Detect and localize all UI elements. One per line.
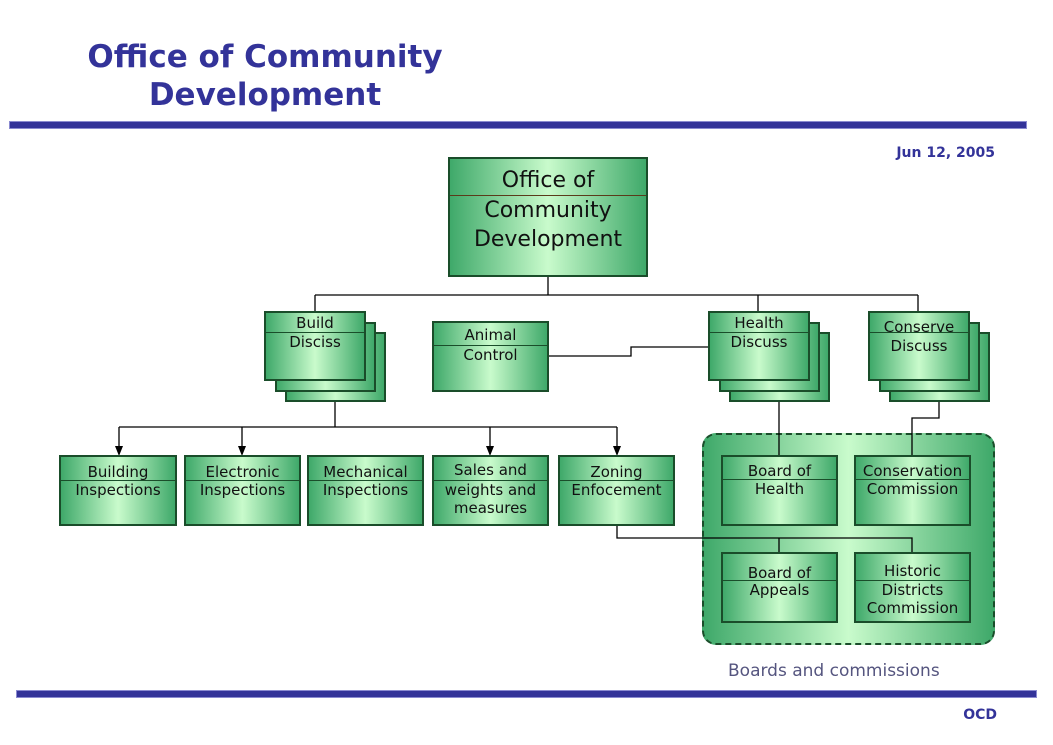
node-header: Electronic xyxy=(186,457,299,481)
org-node-historic-districts-commission[interactable]: Historic Districts Commission xyxy=(854,552,971,623)
page-title: Office of Community Development xyxy=(40,38,490,114)
node-body: Disciss xyxy=(289,333,341,351)
org-node-building-inspections[interactable]: Building Inspections xyxy=(59,455,177,526)
node-body-line-1: Districts xyxy=(881,581,944,599)
org-node-animal-control[interactable]: Animal Control xyxy=(432,321,549,392)
node-header: Mechanical xyxy=(309,457,422,481)
org-node-office-of-community-development[interactable]: Office of Community Development xyxy=(448,157,648,277)
node-body-line-2: measures xyxy=(453,499,528,517)
node-body: Discuss xyxy=(890,337,948,355)
node-body: Commission xyxy=(866,480,959,498)
org-node-board-of-appeals[interactable]: Board of Appeals xyxy=(721,552,838,623)
connector-animal-health xyxy=(549,346,709,357)
org-node-health-discuss[interactable]: Health Discuss xyxy=(708,311,810,381)
title-line-2: Development xyxy=(148,77,382,113)
node-header: Zoning xyxy=(560,457,673,481)
node-header: Board of xyxy=(723,554,836,582)
node-header: Conserve xyxy=(870,313,968,336)
node-header: Office of xyxy=(450,159,646,196)
node-body-line-2: Development xyxy=(473,227,623,252)
node-body-line-1: Community xyxy=(484,198,612,223)
node-body-line-2: Commission xyxy=(866,599,959,617)
node-body: Control xyxy=(463,346,518,364)
node-header: Sales and xyxy=(434,457,547,481)
org-node-zoning-enforcement[interactable]: Zoning Enfocement xyxy=(558,455,675,526)
org-node-mechanical-inspections[interactable]: Mechanical Inspections xyxy=(307,455,424,526)
node-body: Discuss xyxy=(730,333,788,351)
footer-label: OCD xyxy=(963,707,997,723)
node-header: Build xyxy=(266,313,364,333)
node-header: Building xyxy=(61,457,175,481)
org-node-electronic-inspections[interactable]: Electronic Inspections xyxy=(184,455,301,526)
node-header: Historic xyxy=(856,554,969,581)
org-node-board-of-health[interactable]: Board of Health xyxy=(721,455,838,526)
node-body: Health xyxy=(754,480,805,498)
node-header: Conservation xyxy=(856,457,969,480)
org-node-conservation-commission[interactable]: Conservation Commission xyxy=(854,455,971,526)
node-header: Animal xyxy=(434,323,547,346)
org-node-build-discuss[interactable]: Build Disciss xyxy=(264,311,366,381)
node-body: Inspections xyxy=(322,481,409,499)
node-body: Appeals xyxy=(749,581,810,599)
date-label: Jun 12, 2005 xyxy=(896,145,995,161)
header-divider xyxy=(10,122,1026,128)
boards-commissions-label: Boards and commissions xyxy=(728,661,940,681)
org-node-conserve-discuss[interactable]: Conserve Discuss xyxy=(868,311,970,381)
node-body: Inspections xyxy=(199,481,286,499)
footer-divider xyxy=(17,691,1036,697)
org-node-sales-weights-measures[interactable]: Sales and weights and measures xyxy=(432,455,549,526)
node-body: Inspections xyxy=(75,481,161,499)
node-header: Health xyxy=(710,313,808,333)
title-line-1: Office of Community xyxy=(87,39,443,75)
node-body-line-1: weights and xyxy=(444,481,537,499)
node-header: Board of xyxy=(723,457,836,480)
node-body: Enfocement xyxy=(571,481,662,499)
